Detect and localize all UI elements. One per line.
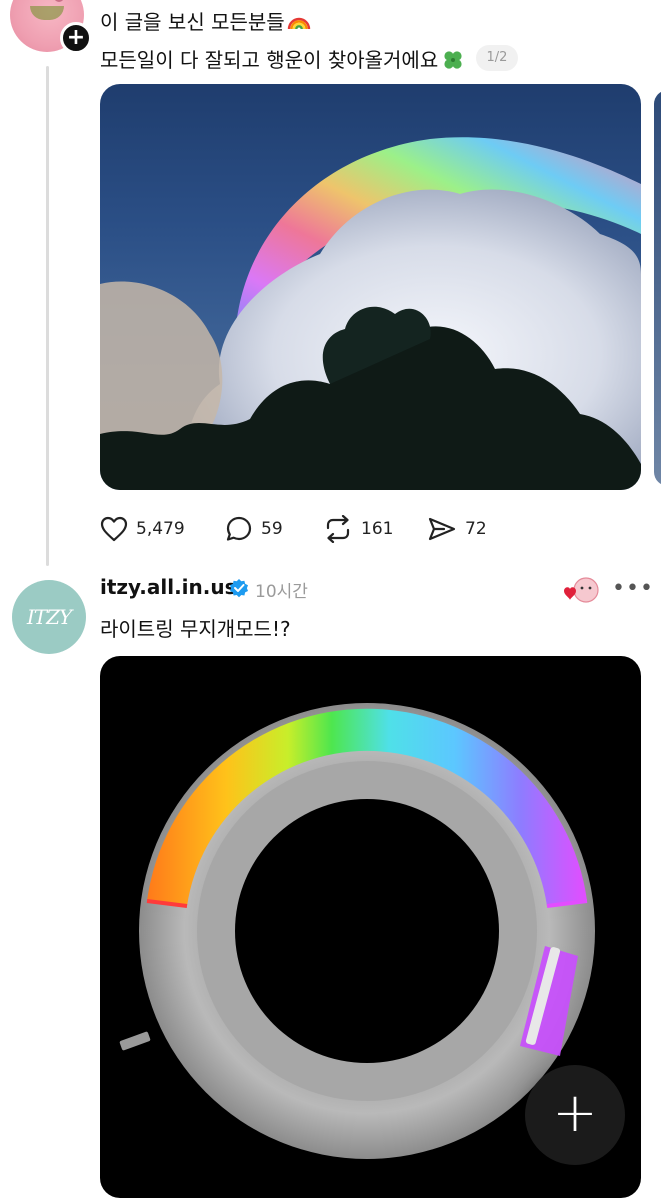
share-button[interactable]: 72: [427, 514, 487, 544]
post-text: 모든일이 다 잘되고 행운이 찾아올거에요: [100, 48, 439, 72]
follow-button[interactable]: +: [60, 22, 92, 54]
clover-emoji: [444, 51, 462, 69]
image-pager-badge: 1/2: [476, 45, 518, 71]
reply-count: 59: [261, 519, 283, 539]
repost-icon: [326, 515, 350, 543]
comment-icon: [226, 516, 252, 541]
share-count: 72: [465, 519, 487, 539]
share-icon: [428, 517, 456, 541]
thread-line: [46, 66, 49, 566]
repost-count: 161: [361, 519, 394, 539]
heart-icon: [100, 516, 128, 542]
reply-button[interactable]: 59: [225, 514, 283, 544]
author-avatar[interactable]: ITZY: [12, 580, 86, 654]
repost-button[interactable]: 161: [323, 514, 393, 544]
like-count: 5,479: [136, 519, 185, 539]
avatar-decoration: [30, 6, 64, 20]
verified-badge-icon: [230, 579, 248, 598]
post-text-line-1: 이 글을 보신 모든분들: [100, 6, 311, 35]
rainbow-cloud-illustration: [100, 137, 641, 490]
compose-button[interactable]: +: [525, 1065, 625, 1165]
post-text-line-2: 모든일이 다 잘되고 행운이 찾아올거에요: [100, 44, 464, 73]
post-text: 이 글을 보신 모든분들: [100, 10, 285, 34]
post-timestamp: 10시간: [255, 582, 308, 602]
next-image-peek[interactable]: [654, 90, 661, 486]
post-image-rainbow-cloud[interactable]: [100, 84, 641, 490]
rainbow-emoji: [287, 17, 310, 30]
more-options-button[interactable]: •••: [612, 576, 654, 601]
username[interactable]: itzy.all.in.us: [100, 575, 237, 599]
like-button[interactable]: 5,479: [100, 514, 185, 544]
avatar-decoration: [54, 0, 64, 2]
post-caption: 라이트링 무지개모드!?: [100, 617, 291, 641]
heart-sticker-icon[interactable]: [560, 577, 600, 607]
